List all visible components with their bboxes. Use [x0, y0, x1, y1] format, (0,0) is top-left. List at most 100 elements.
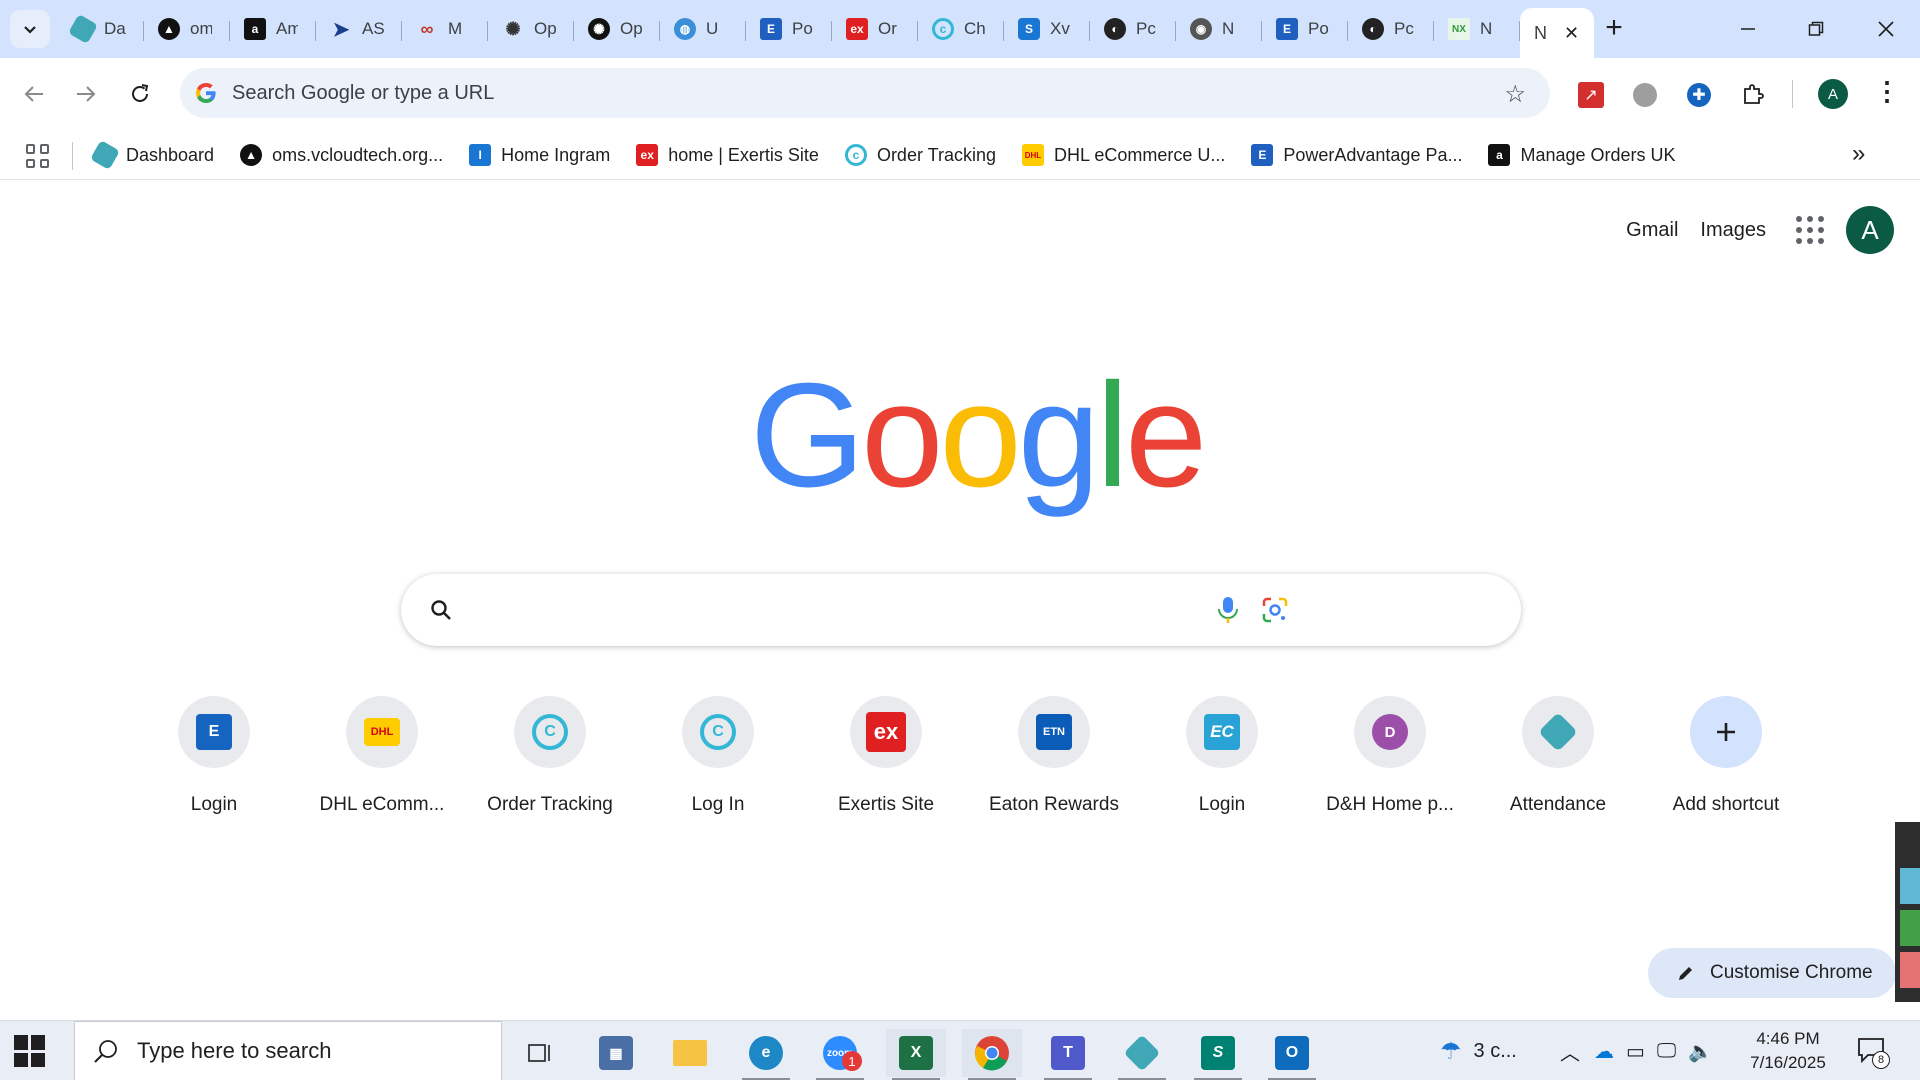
teams-app[interactable]: T [1038, 1029, 1098, 1080]
bookmark-item[interactable]: DHL DHL eCommerce U... [1021, 144, 1225, 166]
task-view-icon [528, 1044, 550, 1062]
hexagon-app[interactable] [1112, 1029, 1172, 1080]
close-icon[interactable]: ✕ [1564, 23, 1579, 44]
close-window-button[interactable] [1852, 0, 1920, 58]
arrow-blue-icon: ➤ [332, 18, 350, 41]
battery-icon[interactable]: ▭ [1626, 1039, 1645, 1064]
chrome-menu-button[interactable]: ⋮ [1872, 76, 1902, 106]
chevron-double-right-icon[interactable]: » [1852, 140, 1865, 168]
chrome-icon [975, 1036, 1009, 1071]
shortcut-tile[interactable]: Attendance [1474, 696, 1642, 816]
rings-icon: ∞ [420, 18, 434, 39]
google-logo: Google [750, 362, 1207, 510]
tab[interactable]: E Po [746, 8, 832, 50]
excel-app[interactable]: X [886, 1029, 946, 1080]
tab[interactable]: ▲ oms [144, 8, 230, 50]
minimize-button[interactable] [1714, 0, 1782, 58]
vpn-extension-icon[interactable] [1630, 80, 1660, 110]
omnibox[interactable]: Search Google or type a URL ☆ [180, 68, 1550, 118]
shortcut-tile[interactable]: D D&H Home p... [1306, 696, 1474, 816]
google-lens-icon[interactable] [1261, 596, 1289, 624]
bookmark-star-icon[interactable]: ☆ [1504, 80, 1526, 109]
tab[interactable]: ex Or [832, 8, 918, 50]
globe-gray-icon [1633, 83, 1657, 107]
restore-button[interactable] [1782, 0, 1850, 58]
side-tab-red[interactable] [1900, 952, 1920, 988]
account-avatar[interactable]: A [1846, 206, 1894, 254]
task-view-button[interactable] [510, 1029, 570, 1077]
bookmark-item[interactable]: a Manage Orders UK [1488, 144, 1676, 166]
side-tab-blue[interactable] [1900, 868, 1920, 904]
ex-red-icon: ex [866, 712, 906, 752]
outlook-app[interactable]: O [1262, 1029, 1322, 1080]
tab[interactable]: ✺ OpenAI [488, 8, 574, 50]
side-panel-strip[interactable] [1895, 822, 1920, 1002]
sway-app[interactable]: S [1188, 1029, 1248, 1080]
calculator-app[interactable]: ▦ [586, 1029, 646, 1077]
toolbar: Search Google or type a URL ☆ ↗ ✚ A ⋮ [0, 58, 1920, 130]
tab[interactable]: Dashboard [58, 8, 144, 50]
images-link[interactable]: Images [1700, 219, 1766, 242]
tab[interactable]: a Amazon [230, 8, 316, 50]
new-tab-button[interactable]: + [1596, 10, 1632, 46]
shortcut-tile[interactable]: DHL DHL eComm... [298, 696, 466, 816]
edge-app[interactable]: e [736, 1029, 796, 1080]
tab-active[interactable]: N ✕ [1520, 8, 1594, 58]
back-button[interactable] [14, 74, 54, 114]
chrome-app[interactable] [962, 1029, 1022, 1080]
side-tab-green[interactable] [1900, 910, 1920, 946]
tab[interactable]: ➤ AS [316, 8, 402, 50]
tab[interactable]: ∞ M [402, 8, 488, 50]
tab[interactable]: ◍ U [660, 8, 746, 50]
customise-chrome-button[interactable]: Customise Chrome [1648, 948, 1896, 998]
tab-title: M [448, 19, 463, 38]
bookmark-item[interactable]: c Order Tracking [844, 144, 996, 166]
microphone-icon[interactable] [1217, 596, 1239, 624]
shortcut-tile[interactable]: ETN Eaton Rewards [970, 696, 1138, 816]
cross-extension-icon[interactable]: ✚ [1684, 80, 1714, 110]
google-apps-icon[interactable] [1796, 216, 1824, 244]
ntp-search-box[interactable] [401, 574, 1521, 646]
taskbar-search[interactable]: Type here to search [74, 1021, 502, 1080]
tab[interactable]: E Po [1262, 8, 1348, 50]
add-shortcut-tile[interactable]: Add shortcut [1642, 696, 1810, 816]
tab-title: Or [878, 19, 897, 38]
taskbar-clock[interactable]: 4:46 PM 7/16/2025 [1738, 1027, 1838, 1075]
gmail-link[interactable]: Gmail [1626, 219, 1678, 242]
pdf-extension-icon[interactable]: ↗ [1576, 80, 1606, 110]
extensions-button[interactable] [1738, 80, 1768, 110]
reload-button[interactable] [120, 74, 160, 114]
shortcut-tile[interactable]: C Order Tracking [466, 696, 634, 816]
notification-center-button[interactable]: 8 [1856, 1035, 1890, 1069]
chevron-up-icon[interactable]: ︿ [1560, 1037, 1580, 1066]
file-explorer-app[interactable] [660, 1029, 720, 1077]
apps-grid-icon[interactable] [26, 144, 50, 168]
shortcut-tile[interactable]: ex Exertis Site [802, 696, 970, 816]
tab[interactable]: NX N [1434, 8, 1520, 50]
network-icon[interactable]: 🖵 [1657, 1040, 1676, 1063]
bookmark-item[interactable]: Dashboard [89, 139, 214, 171]
windows-start-icon[interactable] [14, 1035, 46, 1067]
onedrive-icon[interactable]: ☁ [1594, 1039, 1614, 1064]
weather-widget[interactable]: ☂ 3 c... [1440, 1021, 1517, 1080]
zoom-app[interactable]: zoom 1 [810, 1029, 870, 1080]
shortcut-tile[interactable]: E Login [130, 696, 298, 816]
tab[interactable]: c Ch [918, 8, 1004, 50]
tab[interactable]: ◐ Pc [1348, 8, 1434, 50]
tab[interactable]: ◐ Pc [1090, 8, 1176, 50]
shortcut-tile[interactable]: EC Login [1138, 696, 1306, 816]
bookmark-item[interactable]: ex home | Exertis Site [636, 144, 819, 166]
forward-button[interactable] [66, 74, 106, 114]
bookmark-item[interactable]: I Home Ingram [469, 144, 610, 166]
bookmark-item[interactable]: ▲ oms.vcloudtech.org... [240, 144, 443, 166]
reload-icon [132, 84, 149, 102]
tab[interactable]: ✺ OpenAI [574, 8, 660, 50]
swirl-teal-icon: c [844, 144, 867, 166]
shortcut-tile[interactable]: C Log In [634, 696, 802, 816]
tab[interactable]: S Xv [1004, 8, 1090, 50]
profile-avatar[interactable]: A [1818, 79, 1848, 109]
volume-icon[interactable]: 🔈 [1688, 1039, 1713, 1064]
tab[interactable]: ◉ N [1176, 8, 1262, 50]
bookmark-item[interactable]: E PowerAdvantage Pa... [1251, 144, 1462, 166]
tab-search-button[interactable] [10, 10, 50, 48]
